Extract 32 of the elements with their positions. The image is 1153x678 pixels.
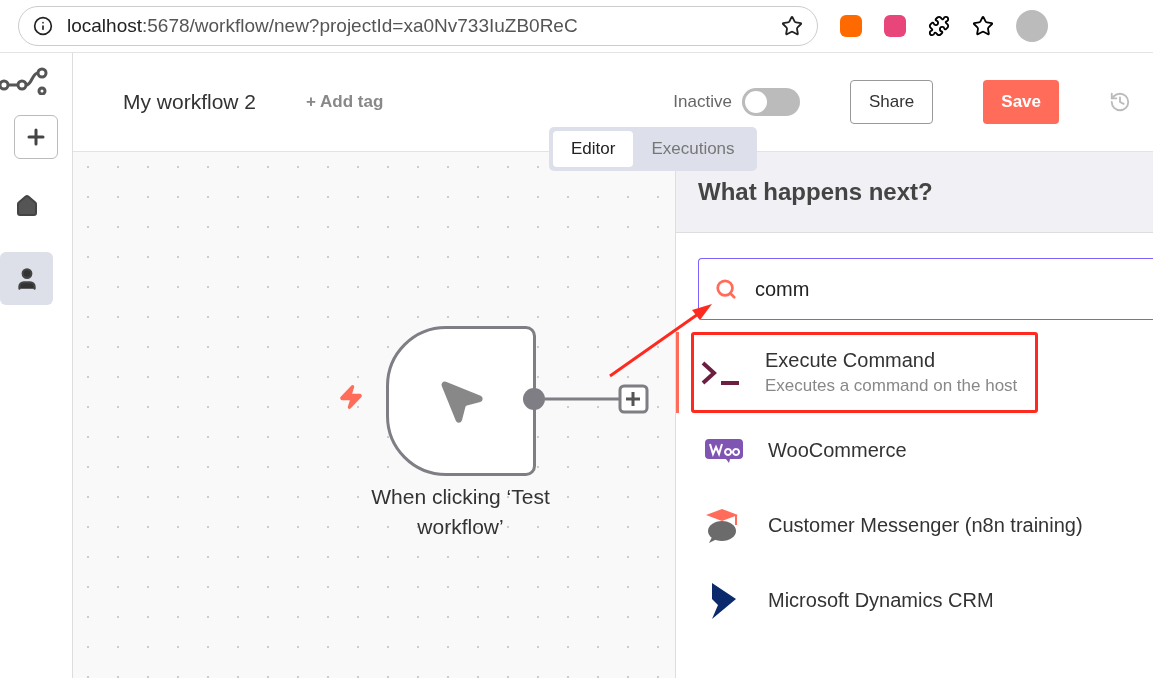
node-name: Microsoft Dynamics CRM [768,589,994,612]
status-label: Inactive [673,92,732,112]
add-button[interactable] [14,115,58,159]
view-tab[interactable]: Editor [553,131,634,167]
search-icon [715,278,737,300]
add-tag-link[interactable]: + Add tag [306,92,624,112]
translate-extension-icon[interactable] [884,15,906,37]
node-name: WooCommerce [768,439,907,462]
workflow-logo-icon [0,65,50,95]
star-icon[interactable] [781,15,803,37]
info-icon[interactable] [33,16,53,36]
lightning-icon [338,384,364,410]
puzzle-icon[interactable] [928,15,950,37]
extension-icon[interactable] [840,15,862,37]
node-label: When clicking ‘Test workflow’ [370,484,551,540]
url-text: localhost:5678/workflow/new?projectId=xa0Nv733IuZB0ReC [67,15,579,37]
active-toggle[interactable] [741,88,800,116]
node-list-item[interactable]: Customer Messenger (n8n training) [676,488,1153,563]
node-list-item[interactable]: WooCommerce [676,413,1153,488]
share-button[interactable]: Share [849,80,934,124]
search-field[interactable]: comm [698,258,1153,320]
workflow-title[interactable]: My workflow 2 [123,90,257,114]
node-description: Executes a command on the host [765,376,1018,396]
home-icon [14,193,39,218]
trigger-node[interactable] [386,326,536,476]
node-name: Execute Command [765,349,937,372]
node-list-item[interactable]: Execute Command Executes a command on the host [676,332,1153,413]
user-button[interactable] [0,252,53,305]
node-list-item[interactable]: Microsoft Dynamics CRM [676,563,1153,638]
node-name: Customer Messenger (n8n training) [768,514,1083,537]
woo-logo-icon [704,437,744,464]
search-input[interactable]: comm [753,276,1137,302]
